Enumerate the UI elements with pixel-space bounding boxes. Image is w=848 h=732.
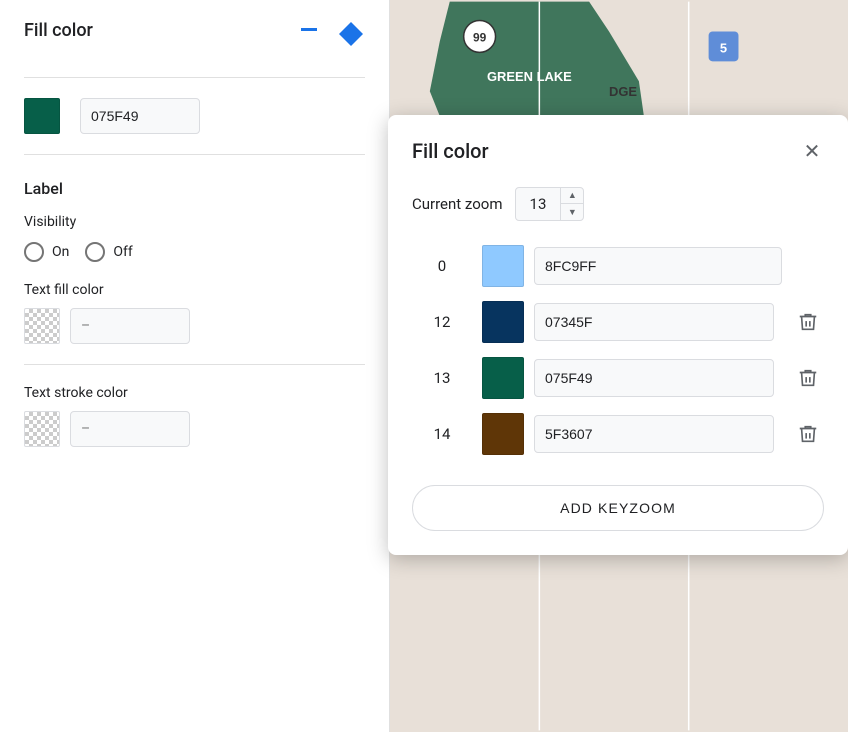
text-fill-color-input[interactable]: – (70, 308, 190, 344)
radio-off-circle[interactable] (85, 242, 105, 262)
popup-title: Fill color (412, 139, 489, 163)
zoom-label: Current zoom (412, 195, 503, 213)
text-fill-color-section: Text fill color – (24, 282, 365, 365)
keyzoom-row-12: 12 (412, 301, 824, 343)
keyzoom-number-14: 14 (412, 425, 472, 443)
text-fill-color-swatch[interactable] (24, 308, 60, 344)
delete-button-14[interactable] (792, 418, 824, 450)
fill-color-popup: Fill color ✕ Current zoom 13 ▲ ▼ 0 12 (388, 115, 848, 555)
keyzoom-hex-13[interactable] (534, 359, 774, 397)
radio-on-label: On (52, 244, 69, 260)
zoom-value: 13 (516, 189, 561, 219)
svg-text:GREEN LAKE: GREEN LAKE (487, 69, 572, 84)
keyzoom-row-13: 13 (412, 357, 824, 399)
keyzoom-number-12: 12 (412, 313, 472, 331)
visibility-radio-group: On Off (24, 242, 365, 262)
text-fill-color-title: Text fill color (24, 282, 365, 298)
zoom-arrows[interactable]: ▲ ▼ (560, 188, 583, 220)
text-stroke-color-swatch[interactable] (24, 411, 60, 447)
radio-on[interactable]: On (24, 242, 69, 262)
label-section: Label Visibility On Off (24, 179, 365, 262)
svg-text:5: 5 (720, 40, 727, 55)
keyzoom-swatch-13[interactable] (482, 357, 524, 399)
keyzoom-hex-12[interactable] (534, 303, 774, 341)
fill-color-hex-input[interactable] (80, 98, 200, 134)
text-stroke-color-input[interactable]: – (70, 411, 190, 447)
keyzoom-hex-0[interactable] (534, 247, 782, 285)
text-stroke-color-title: Text stroke color (24, 385, 365, 401)
keyzoom-hex-14[interactable] (534, 415, 774, 453)
zoom-up-arrow[interactable]: ▲ (561, 188, 583, 204)
zoom-spinner[interactable]: 13 ▲ ▼ (515, 187, 585, 221)
popup-header: Fill color ✕ (412, 139, 824, 163)
keyzoom-number-0: 0 (412, 257, 472, 275)
radio-off[interactable]: Off (85, 242, 132, 262)
delete-button-12[interactable] (792, 306, 824, 338)
delete-button-13[interactable] (792, 362, 824, 394)
keyzoom-row-0: 0 (412, 245, 824, 287)
keyzoom-swatch-14[interactable] (482, 413, 524, 455)
zoom-row: Current zoom 13 ▲ ▼ (412, 187, 824, 221)
keyzoom-swatch-0[interactable] (482, 245, 524, 287)
fill-color-title: Fill color (24, 20, 93, 41)
radio-on-circle[interactable] (24, 242, 44, 262)
text-stroke-color-section: Text stroke color – (24, 385, 365, 447)
label-title: Label (24, 179, 365, 198)
keyzoom-number-13: 13 (412, 369, 472, 387)
fill-color-swatch[interactable] (24, 98, 60, 134)
minus-button[interactable] (301, 28, 317, 31)
radio-off-label: Off (113, 244, 132, 260)
svg-text:99: 99 (473, 30, 487, 44)
left-panel: Fill color Label Visibility On Off Text … (0, 0, 390, 732)
text-fill-color-row: – (24, 308, 365, 344)
diamond-button[interactable] (337, 20, 365, 52)
fill-color-section: Fill color (24, 20, 365, 78)
visibility-label: Visibility (24, 214, 365, 230)
keyzoom-swatch-12[interactable] (482, 301, 524, 343)
text-stroke-color-row: – (24, 411, 365, 447)
add-keyzoom-button[interactable]: ADD KEYZOOM (412, 485, 824, 531)
zoom-down-arrow[interactable]: ▼ (561, 204, 583, 220)
keyzoom-row-14: 14 (412, 413, 824, 455)
svg-text:DGE: DGE (609, 84, 637, 99)
close-button[interactable]: ✕ (800, 139, 824, 163)
